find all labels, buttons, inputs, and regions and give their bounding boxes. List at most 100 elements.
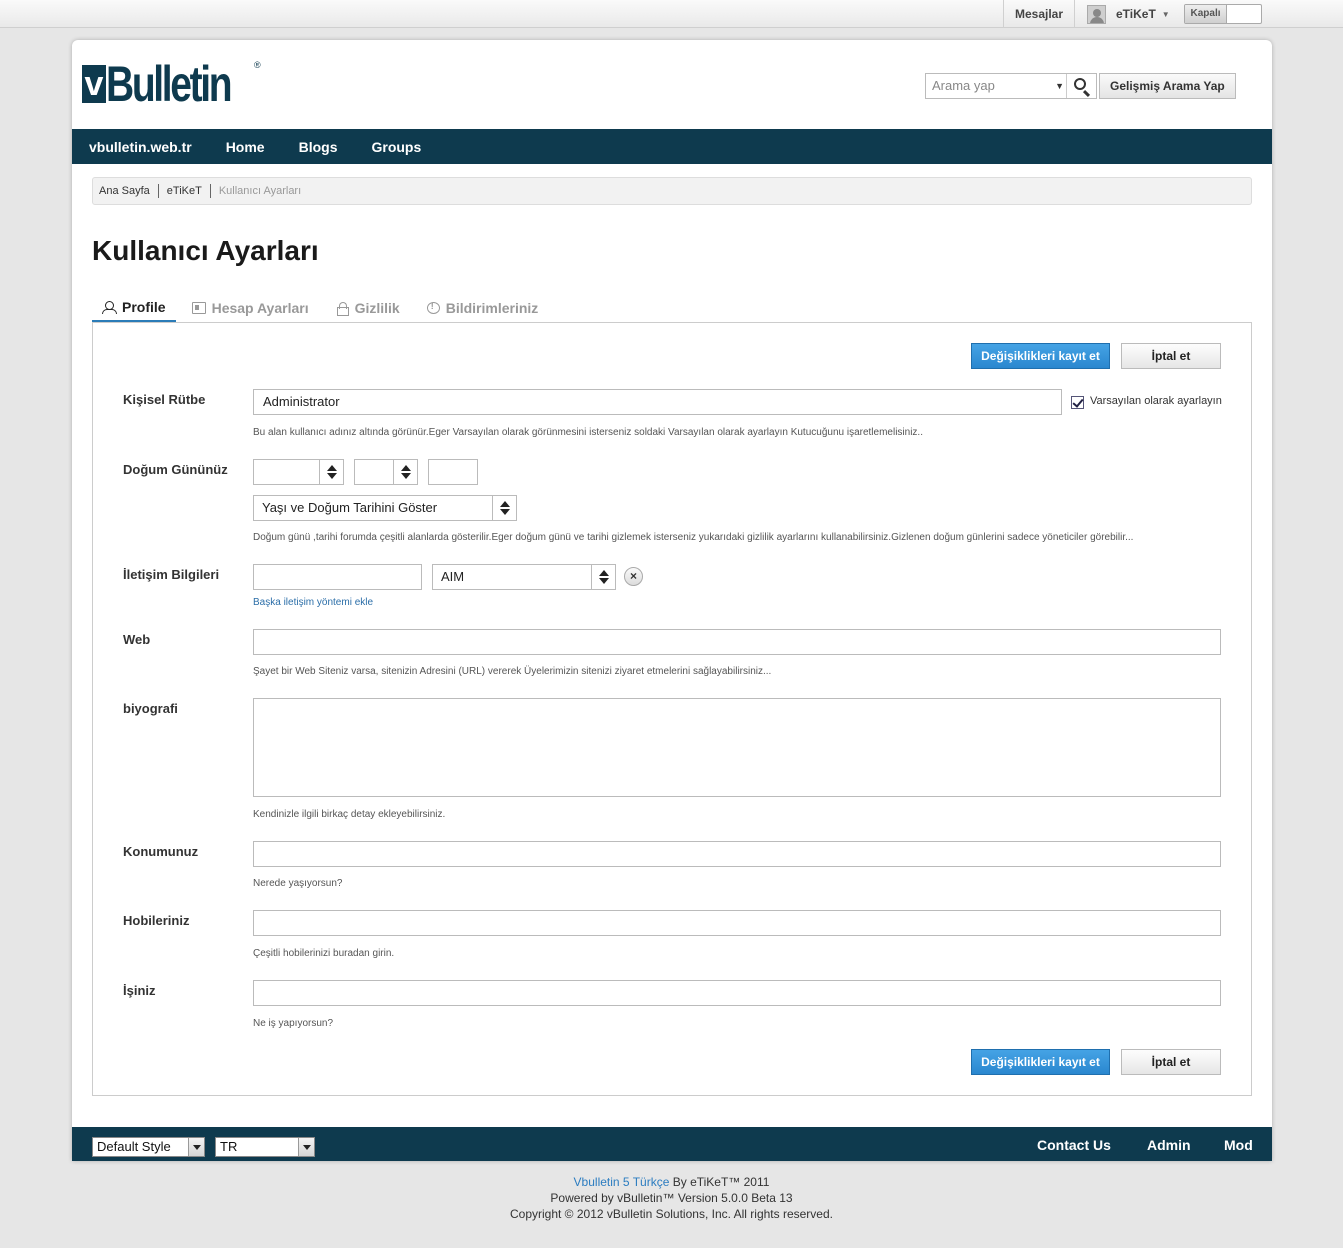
breadcrumb: Ana Sayfa eTiKeT Kullanıcı Ayarları — [92, 177, 1252, 205]
contact-label: İletişim Bilgileri — [123, 567, 220, 582]
tab-label: Profile — [122, 298, 166, 315]
job-label: İşiniz — [123, 983, 156, 998]
breadcrumb-separator — [209, 184, 211, 198]
web-input[interactable] — [253, 629, 1221, 655]
footer-link-contact[interactable]: Contact Us — [1037, 1137, 1111, 1153]
breadcrumb-separator — [157, 184, 159, 198]
username: eTiKeT — [1116, 7, 1156, 21]
registered-icon: ® — [254, 60, 261, 70]
chevron-down-icon — [298, 1138, 314, 1156]
close-icon: × — [629, 569, 637, 583]
search-dropdown-icon[interactable]: ▼ — [1055, 74, 1064, 98]
tab-notifications[interactable]: Bildirimleriniz — [416, 293, 549, 323]
cancel-button-bottom[interactable]: İptal et — [1121, 1049, 1221, 1075]
contact-type-value: AIM — [441, 569, 465, 584]
add-contact-link[interactable]: Başka iletişim yöntemi ekle — [253, 597, 373, 608]
bio-hint: Kendinizle ilgili birkaç detay ekleyebil… — [253, 809, 446, 820]
status-toggle[interactable]: Kapalı — [1184, 4, 1262, 24]
site-logo[interactable]: v Bulletin ® — [82, 56, 265, 112]
tab-label: Bildirimleriniz — [445, 300, 539, 316]
advanced-search-button[interactable]: Gelişmiş Arama Yap — [1099, 73, 1236, 99]
stepper-arrows-icon — [591, 565, 615, 589]
job-input[interactable] — [253, 980, 1221, 1006]
breadcrumb-home[interactable]: Ana Sayfa — [99, 185, 150, 197]
rank-input[interactable]: Administrator — [253, 389, 1062, 415]
chevron-down-icon — [188, 1138, 204, 1156]
search-input[interactable]: Arama yap ▼ — [925, 73, 1097, 99]
powered-by: Powered by vBulletin™ Version 5.0.0 Beta… — [550, 1191, 793, 1205]
search-area: Arama yap ▼ Gelişmiş Arama Yap — [925, 73, 1236, 99]
tab-profile[interactable]: Profile — [92, 293, 176, 323]
bio-label: biyografi — [123, 701, 178, 716]
search-icon — [1074, 78, 1086, 90]
save-button[interactable]: Değişiklikleri kayıt et — [971, 343, 1110, 369]
id-card-icon — [191, 302, 206, 314]
tab-label: Hesap Ayarları — [211, 300, 309, 316]
credit-line: Vbulletin 5 Türkçe By eTiKeT™ 2011 — [0, 1175, 1343, 1189]
birthday-display-select[interactable]: Yaşı ve Doğum Tarihini Göster — [253, 495, 517, 521]
credit-by: By eTiKeT™ 2011 — [669, 1175, 770, 1189]
chevron-down-icon: ▼ — [1161, 9, 1170, 19]
copyright: Copyright © 2012 vBulletin Solutions, In… — [509, 1207, 833, 1221]
hobbies-input[interactable] — [253, 910, 1221, 936]
hobbies-hint: Çeşitli hobilerinizi buradan girin. — [253, 948, 395, 959]
language-select[interactable]: TR — [215, 1137, 315, 1157]
location-hint: Nerede yaşıyorsun? — [253, 878, 343, 889]
location-input[interactable] — [253, 841, 1221, 867]
save-button-bottom[interactable]: Değişiklikleri kayıt et — [971, 1049, 1110, 1075]
nav-item-home[interactable]: Home — [226, 139, 265, 155]
language-select-value: TR — [220, 1139, 238, 1154]
page-title: Kullanıcı Ayarları — [92, 235, 319, 266]
lock-icon — [335, 302, 349, 316]
rank-label: Kişisel Rütbe — [123, 392, 206, 407]
cancel-button[interactable]: İptal et — [1121, 343, 1221, 369]
tab-account-settings[interactable]: Hesap Ayarları — [182, 293, 319, 323]
birth-year-input[interactable] — [428, 459, 478, 485]
user-menu[interactable]: eTiKeT ▼ — [1087, 4, 1170, 24]
style-select[interactable]: Default Style — [92, 1137, 205, 1157]
contact-input[interactable] — [253, 564, 422, 590]
logo-mark: v — [82, 65, 106, 103]
job-hint: Ne iş yapıyorsun? — [253, 1018, 334, 1029]
nav-item-blogs[interactable]: Blogs — [299, 139, 338, 155]
logo-text: Bulletin — [106, 56, 233, 112]
birthday-hint: Doğum günü ,tarihi forumda çeşitli alanl… — [253, 532, 1134, 543]
birth-day-select[interactable] — [354, 459, 418, 485]
birthday-label: Doğum Gününüz — [123, 462, 228, 477]
search-placeholder: Arama yap — [932, 78, 995, 93]
web-label: Web — [123, 632, 151, 647]
notification-icon — [426, 301, 440, 314]
search-button[interactable] — [1066, 74, 1096, 98]
tab-privacy[interactable]: Gizlilik — [325, 293, 410, 323]
location-label: Konumunuz — [123, 844, 199, 859]
stepper-arrows-icon — [319, 460, 343, 484]
breadcrumb-user[interactable]: eTiKeT — [167, 185, 202, 197]
rank-hint: Bu alan kullanıcı adınız altında görünür… — [253, 427, 923, 438]
top-bar: Mesajlar eTiKeT ▼ Kapalı — [0, 0, 1343, 28]
stepper-arrows-icon — [393, 460, 417, 484]
tab-label: Gizlilik — [354, 300, 400, 316]
birthday-display-value: Yaşı ve Doğum Tarihini Göster — [262, 500, 438, 515]
credit-link[interactable]: Vbulletin 5 Türkçe — [574, 1175, 670, 1189]
main-nav: vbulletin.web.tr Home Blogs Groups — [72, 129, 1272, 164]
settings-tabs: Profile Hesap Ayarları Gizlilik Bildirim… — [92, 293, 554, 323]
stepper-arrows-icon — [492, 496, 516, 520]
footer-link-admin[interactable]: Admin — [1147, 1137, 1191, 1153]
person-icon — [102, 300, 117, 314]
footer-bar: Default Style TR Contact Us Admin Mod — [72, 1127, 1272, 1161]
default-rank-checkbox[interactable] — [1071, 396, 1084, 409]
contact-type-select[interactable]: AIM — [432, 564, 616, 590]
toggle-label: Kapalı — [1185, 5, 1227, 23]
nav-item-groups[interactable]: Groups — [371, 139, 421, 155]
birth-month-select[interactable] — [253, 459, 344, 485]
main-frame: v Bulletin ® Arama yap ▼ Gelişmiş Arama … — [72, 40, 1272, 1161]
style-select-value: Default Style — [97, 1139, 171, 1154]
bio-textarea[interactable] — [253, 698, 1221, 797]
profile-form-panel: Değişiklikleri kayıt et İptal et Kişisel… — [92, 322, 1252, 1096]
avatar-icon — [1087, 4, 1106, 24]
messages-link[interactable]: Mesajlar — [1003, 0, 1075, 28]
remove-contact-button[interactable]: × — [624, 567, 643, 586]
nav-item-site[interactable]: vbulletin.web.tr — [89, 139, 192, 155]
footer-link-mod[interactable]: Mod — [1224, 1137, 1253, 1153]
web-hint: Şayet bir Web Siteniz varsa, sitenizin A… — [253, 666, 772, 677]
